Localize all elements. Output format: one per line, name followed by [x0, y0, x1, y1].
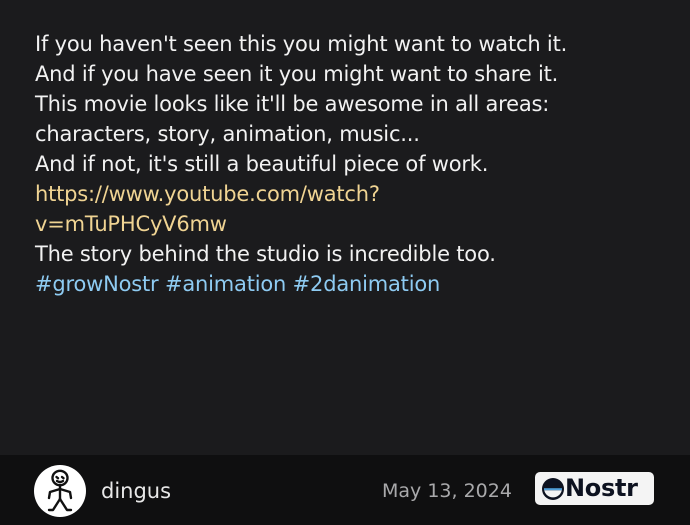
youtube-link-line-2: v=mTuPHCyV6mw — [35, 212, 227, 236]
youtube-link-line-1: https://www.youtube.com/watch? — [35, 182, 380, 206]
hashtag-grownostr[interactable]: #growNostr — [35, 272, 159, 296]
nostr-badge-label: Nostr — [565, 474, 638, 502]
stick-figure-avatar-icon — [47, 469, 73, 512]
nostr-post-card: If you haven't seen this you might want … — [0, 0, 690, 525]
nostr-logo-icon — [542, 478, 564, 500]
post-text-line: The story behind the studio is incredibl… — [35, 242, 496, 266]
post-text-line: And if not, it's still a beautiful piece… — [35, 152, 489, 176]
author-name[interactable]: dingus — [101, 476, 171, 506]
hashtag-2danimation[interactable]: #2danimation — [293, 272, 441, 296]
hashtag-list: #growNostr #animation #2danimation — [35, 269, 675, 299]
post-text-line: This movie looks like it'll be awesome i… — [35, 92, 550, 116]
nostr-badge[interactable]: Nostr — [535, 472, 654, 505]
author-avatar[interactable] — [34, 465, 86, 517]
post-text-line: And if you have seen it you might want t… — [35, 62, 559, 86]
post-timestamp: May 13, 2024 — [382, 480, 512, 502]
post-content: If you haven't seen this you might want … — [35, 29, 675, 299]
hashtag-animation[interactable]: #animation — [165, 272, 286, 296]
post-text-line: characters, story, animation, music... — [35, 122, 420, 146]
youtube-link[interactable]: https://www.youtube.com/watch? v=mTuPHCy… — [35, 179, 675, 239]
post-text-line: If you haven't seen this you might want … — [35, 32, 568, 56]
